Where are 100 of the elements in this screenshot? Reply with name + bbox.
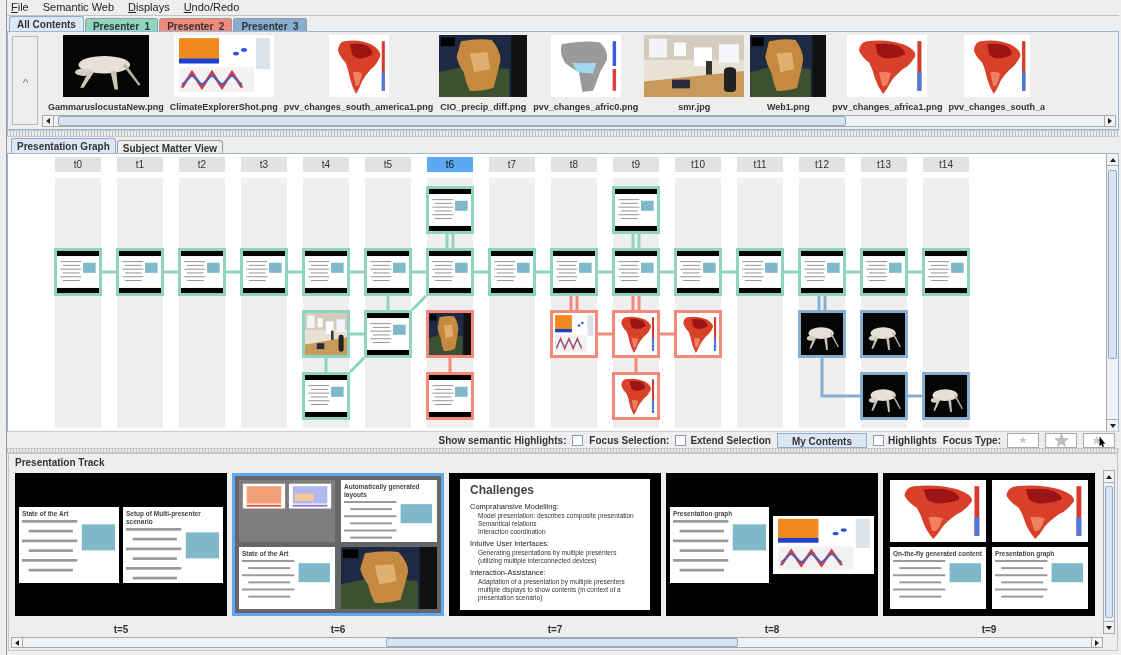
scroll-up-button[interactable] (1104, 471, 1114, 483)
presenter-tab[interactable]: All Contents (9, 16, 84, 31)
graph-edge (350, 270, 364, 274)
toolbar-label: Show semantic Highlights: (438, 433, 567, 448)
time-column-header[interactable]: t13 (861, 157, 907, 172)
checkbox[interactable] (572, 434, 584, 446)
time-column-header[interactable]: t2 (179, 157, 225, 172)
graph-node[interactable] (798, 310, 846, 358)
time-column-header[interactable]: t4 (303, 157, 349, 172)
menu-item[interactable]: Displays (128, 0, 170, 16)
graph-edge (908, 394, 922, 398)
vertical-scrollbar[interactable] (1107, 166, 1118, 419)
time-column-header[interactable]: t7 (489, 157, 535, 172)
graph-edge (536, 270, 550, 274)
time-column-header[interactable]: t5 (365, 157, 411, 172)
graph-node[interactable] (302, 372, 350, 420)
graph-node[interactable] (178, 248, 226, 296)
graph-edge (660, 270, 674, 274)
file-name: GammaruslocustaNew.png (48, 101, 164, 114)
time-column-header[interactable]: t1 (117, 157, 163, 172)
menu-item[interactable]: Undo/Redo (183, 0, 240, 16)
checkbox-label[interactable]: Extend Selection (690, 432, 771, 448)
graph-node[interactable] (674, 248, 722, 296)
menu-item[interactable]: File (11, 0, 29, 16)
scrollbar-thumb[interactable] (58, 116, 846, 126)
graph-node[interactable] (736, 248, 784, 296)
graph-node[interactable] (302, 248, 350, 296)
graph-node[interactable] (922, 372, 970, 420)
graph-edge (908, 270, 922, 274)
slide-thumbnail (429, 251, 471, 293)
graph-node[interactable] (860, 372, 908, 420)
graph-edge (288, 270, 302, 274)
slide-thumbnail (615, 189, 657, 231)
checkbox[interactable] (872, 434, 884, 446)
graph-node[interactable] (612, 248, 660, 296)
horizontal-scrollbar[interactable] (54, 115, 1104, 127)
graph-edge (660, 332, 674, 336)
time-column-header[interactable]: t6 (427, 157, 473, 172)
scroll-down-button[interactable] (1107, 419, 1118, 431)
graph-node[interactable] (116, 248, 164, 296)
graph-node[interactable] (612, 310, 660, 358)
graph-node[interactable] (612, 186, 660, 234)
graph-node[interactable] (860, 248, 908, 296)
graph-node[interactable] (426, 186, 474, 234)
time-column-header[interactable]: t11 (737, 157, 783, 172)
graph-edge (634, 358, 638, 372)
checkbox[interactable] (675, 434, 687, 446)
scrollbar-thumb[interactable] (1108, 170, 1117, 359)
time-column-header[interactable]: t8 (551, 157, 597, 172)
graph-node[interactable] (550, 248, 598, 296)
scroll-up-button[interactable] (1107, 154, 1118, 166)
file-name: pvv_changes_africa1.png (832, 101, 943, 114)
graph-node[interactable] (922, 248, 970, 296)
time-column-header[interactable]: t9 (613, 157, 659, 172)
graph-node[interactable] (240, 248, 288, 296)
slide-thumbnail (429, 189, 471, 231)
view-tab[interactable]: Presentation Graph (11, 138, 116, 153)
time-column-header[interactable]: t14 (923, 157, 969, 172)
presenter-tab[interactable]: Presenter_1 (84, 18, 159, 31)
file-name: smr.jpg (678, 101, 711, 114)
track-frame[interactable] (449, 473, 661, 616)
graph-node[interactable] (54, 248, 102, 296)
time-column-header[interactable]: t10 (675, 157, 721, 172)
down-arrow-icon (1109, 423, 1116, 428)
graph-edge (348, 356, 366, 374)
graph-node[interactable] (860, 310, 908, 358)
horizontal-scrollbar[interactable] (23, 637, 1091, 648)
my-contents-button[interactable]: My Contents (776, 432, 867, 448)
scroll-right-button[interactable] (1104, 115, 1116, 127)
slide-thumbnail (491, 251, 533, 293)
graph-node[interactable] (612, 372, 660, 420)
scroll-left-button[interactable] (11, 637, 23, 648)
file-name: Web1.png (766, 101, 810, 114)
presenter-tab[interactable]: Presenter_2 (159, 18, 233, 31)
graph-node[interactable] (488, 248, 536, 296)
scrollbar-thumb[interactable] (386, 638, 738, 647)
graph-node[interactable] (364, 248, 412, 296)
graph-node[interactable] (302, 310, 350, 358)
graph-node[interactable] (798, 248, 846, 296)
focus-type-button[interactable] (1083, 432, 1115, 448)
graph-node[interactable] (426, 372, 474, 420)
view-tab[interactable]: Subject Matter View (116, 140, 224, 153)
time-column-header[interactable]: t0 (55, 157, 101, 172)
graph-edge (164, 270, 178, 274)
time-label: t=7 (547, 623, 563, 637)
presenter-tab[interactable]: Presenter_3 (233, 18, 307, 31)
graph-node[interactable] (550, 310, 598, 358)
scroll-right-button[interactable] (1091, 637, 1103, 648)
time-column-header[interactable]: t3 (241, 157, 287, 172)
checkbox-label[interactable]: Highlights (887, 432, 937, 448)
scroll-down-button[interactable] (1104, 621, 1114, 633)
graph-node[interactable] (426, 248, 474, 296)
time-column-header[interactable]: t12 (799, 157, 845, 172)
graph-node[interactable] (426, 310, 474, 358)
slide-thumbnail (243, 251, 285, 293)
time-label: t=9 (981, 623, 997, 637)
menu-item[interactable]: Semantic Web (42, 0, 115, 16)
graph-node[interactable] (674, 310, 722, 358)
scroll-left-button[interactable] (42, 115, 54, 127)
graph-node[interactable] (364, 310, 412, 358)
